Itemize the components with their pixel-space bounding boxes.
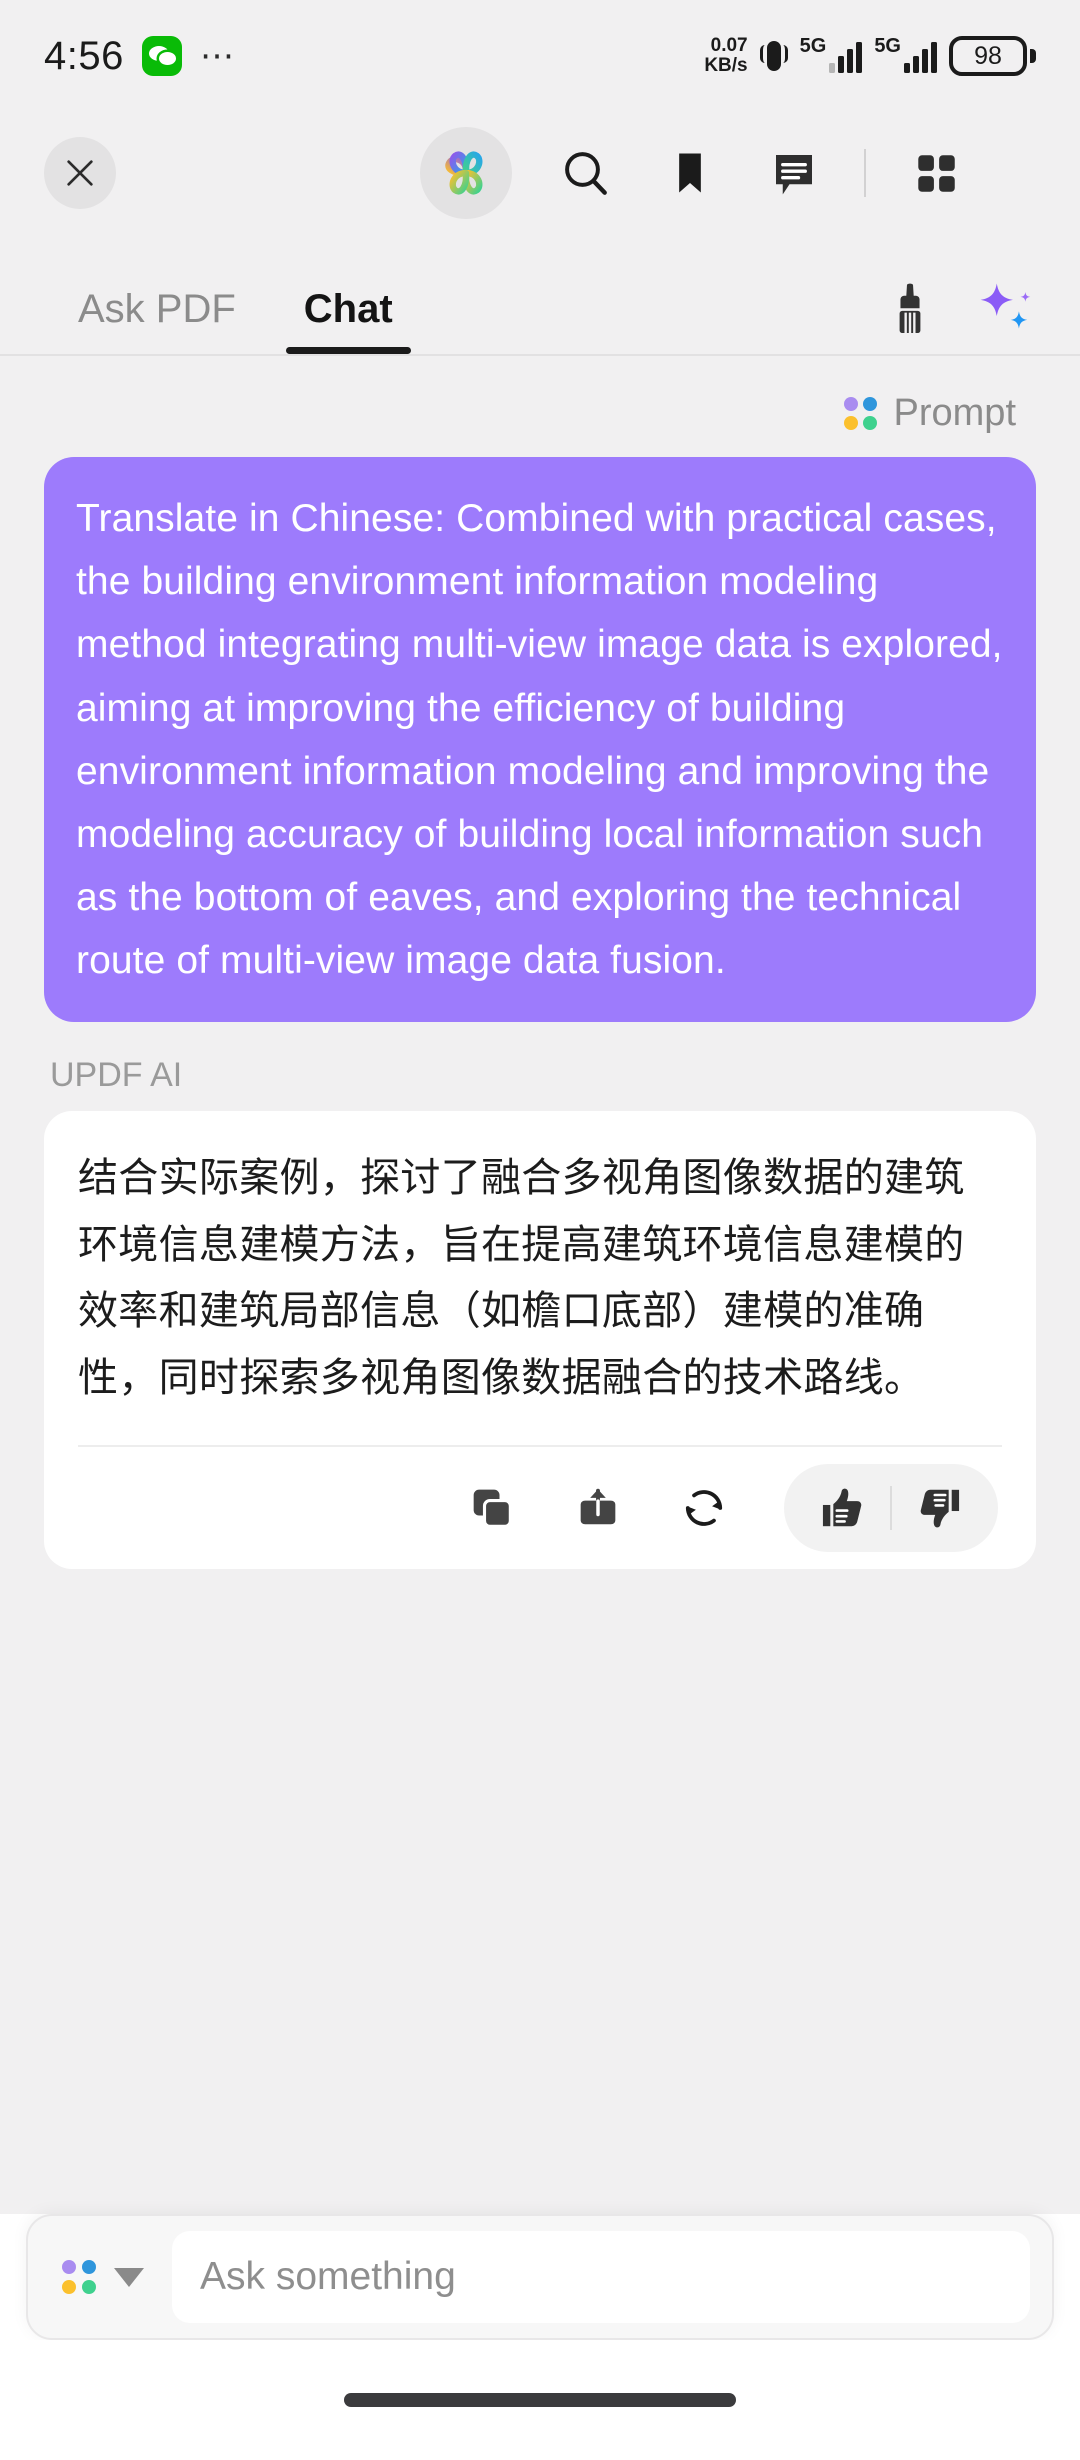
network-speed-value: 0.07 bbox=[710, 35, 748, 56]
thumbs-up-icon bbox=[822, 1488, 862, 1527]
battery-percent: 98 bbox=[974, 41, 1002, 70]
status-bar-left: 4:56 ⋯ bbox=[44, 34, 236, 79]
sim1-signal-bars bbox=[829, 39, 863, 73]
sim2-signal-bars bbox=[904, 39, 937, 73]
assistant-message-text: 结合实际案例，探讨了融合多视角图像数据的建筑环境信息建模方法，旨在提高建筑环境信… bbox=[78, 1156, 965, 1400]
ai-sparkle-icon bbox=[980, 283, 1031, 329]
wechat-icon bbox=[141, 36, 182, 76]
export-icon bbox=[580, 1488, 616, 1525]
feedback-pill bbox=[784, 1463, 998, 1552]
search-button[interactable] bbox=[534, 121, 638, 225]
chat-scroll-area[interactable]: Prompt Translate in Chinese: Combined wi… bbox=[0, 356, 1080, 2214]
regenerate-icon bbox=[685, 1490, 723, 1526]
assistant-name-label: UPDF AI bbox=[50, 1056, 183, 1095]
status-bar-right: 0.07 KB/s 5G 5G 98 bbox=[704, 36, 1036, 76]
assistant-message-card: 结合实际案例，探讨了融合多视角图像数据的建筑环境信息建模方法，旨在提高建筑环境信… bbox=[44, 1111, 1036, 1569]
network-speed-unit: KB/s bbox=[704, 55, 748, 76]
user-message-bubble: Translate in Chinese: Combined with prac… bbox=[44, 457, 1036, 1023]
model-selector[interactable] bbox=[50, 2260, 158, 2294]
thumbs-down-icon bbox=[920, 1489, 960, 1528]
battery-indicator: 98 bbox=[949, 36, 1036, 76]
page-grid-icon bbox=[918, 155, 955, 192]
thumbs-down-button[interactable] bbox=[892, 1464, 988, 1552]
regenerate-button[interactable] bbox=[674, 1478, 734, 1538]
top-toolbar bbox=[0, 112, 1080, 234]
home-indicator[interactable] bbox=[344, 2393, 736, 2407]
network-speed: 0.07 KB/s bbox=[704, 36, 747, 76]
page-grid-button[interactable] bbox=[884, 121, 988, 225]
bookmark-icon bbox=[679, 153, 701, 193]
bookmark-button[interactable] bbox=[638, 121, 742, 225]
chevron-down-icon bbox=[114, 2267, 144, 2287]
annotation-icon bbox=[776, 155, 812, 195]
signal-sim2: 5G bbox=[874, 35, 937, 73]
toolbar-divider bbox=[864, 149, 866, 197]
prompt-dots-icon bbox=[843, 396, 878, 431]
status-overflow-icon: ⋯ bbox=[199, 37, 236, 75]
vibrate-icon bbox=[759, 36, 788, 76]
signal-sim1: 5G bbox=[799, 35, 863, 73]
assistant-action-row bbox=[78, 1447, 1002, 1569]
tab-ask-pdf[interactable]: Ask PDF bbox=[44, 287, 270, 354]
tab-bar-actions bbox=[880, 280, 1036, 340]
annotation-button[interactable] bbox=[742, 121, 846, 225]
ask-input-placeholder: Ask something bbox=[200, 2255, 456, 2298]
status-time: 4:56 bbox=[44, 33, 124, 78]
ask-input[interactable]: Ask something bbox=[172, 2231, 1030, 2323]
prompt-label-row: Prompt bbox=[44, 392, 1036, 435]
status-bar: 4:56 ⋯ 0.07 KB/s 5G 5G 98 bbox=[0, 0, 1080, 112]
sim2-network-label: 5G bbox=[874, 35, 901, 57]
ai-sparkle-button[interactable] bbox=[976, 280, 1036, 340]
tab-list: Ask PDF Chat bbox=[44, 287, 427, 354]
chat-tab-bar: Ask PDF Chat bbox=[0, 234, 1080, 356]
home-indicator-area bbox=[0, 2340, 1080, 2460]
toolbar-actions bbox=[420, 121, 1036, 225]
app-screen: 4:56 ⋯ 0.07 KB/s 5G 5G 98 Ask PDF Chat P… bbox=[0, 0, 1080, 2460]
model-dots-icon bbox=[62, 2260, 96, 2294]
export-button[interactable] bbox=[568, 1478, 628, 1538]
updf-ai-clover-logo-icon bbox=[445, 151, 483, 195]
sim1-network-label: 5G bbox=[799, 35, 827, 57]
brush-clear-icon bbox=[899, 283, 921, 333]
close-button[interactable] bbox=[44, 137, 116, 209]
tab-chat[interactable]: Chat bbox=[270, 287, 427, 354]
thumbs-up-button[interactable] bbox=[794, 1464, 890, 1552]
clear-chat-button[interactable] bbox=[880, 280, 940, 340]
composer-wrapper: Ask something bbox=[0, 2214, 1080, 2340]
search-icon bbox=[565, 152, 607, 195]
updf-ai-logo-button[interactable] bbox=[420, 127, 512, 219]
prompt-label: Prompt bbox=[893, 392, 1016, 434]
composer-bar: Ask something bbox=[26, 2214, 1054, 2340]
copy-icon bbox=[473, 1489, 512, 1528]
close-icon bbox=[67, 160, 93, 186]
copy-button[interactable] bbox=[462, 1478, 522, 1538]
